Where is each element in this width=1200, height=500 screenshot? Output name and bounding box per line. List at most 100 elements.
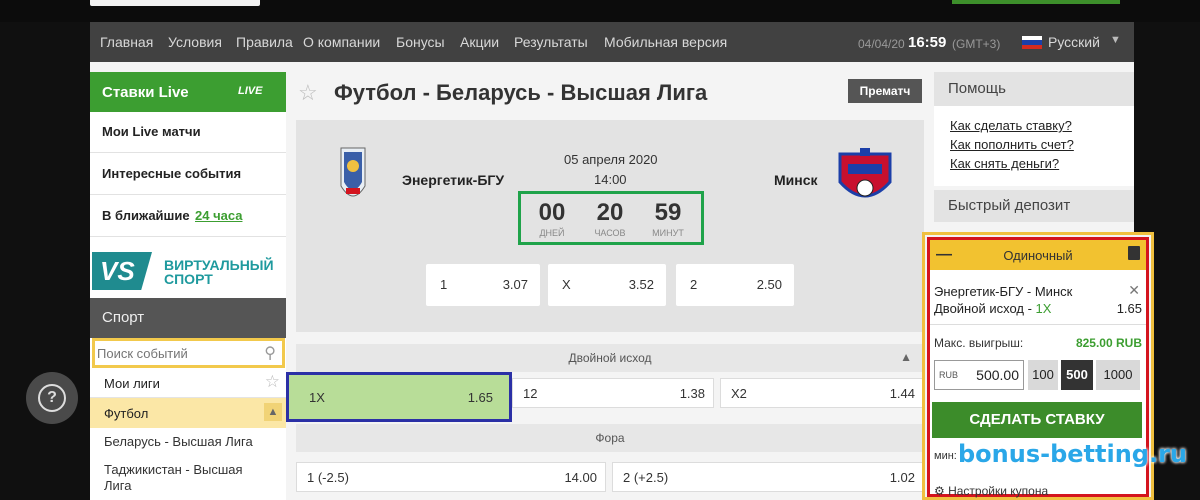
sidebar-item-upcoming[interactable]: В ближайшие 24 часа [90, 196, 286, 237]
sidebar-item-my-leagues[interactable]: Мои лиги ☆ [90, 368, 286, 398]
market-row-double-chance: 1X 1.65 12 1.38 X2 1.44 [286, 372, 924, 422]
league-label: Таджикистан - Высшая Лига [104, 462, 243, 493]
search-input[interactable] [97, 344, 257, 362]
outcome-x2-button[interactable]: X2 1.44 [720, 378, 924, 408]
trash-icon[interactable] [1128, 246, 1140, 260]
outcome-12-button[interactable]: 12 1.38 [512, 378, 714, 408]
page-title: Футбол - Беларусь - Высшая Лига [334, 80, 708, 105]
live-logo-icon: LIVE [238, 85, 263, 97]
left-sidebar: Ставки Live LIVE Мои Live матчи Интересн… [90, 72, 286, 500]
league-label: Беларусь - Высшая Лига [104, 434, 253, 449]
quick-deposit-header[interactable]: Быстрый депозит [934, 190, 1134, 222]
chevron-up-icon[interactable]: ▲ [264, 403, 282, 421]
caret-down-icon[interactable]: ▼ [1110, 34, 1121, 46]
sport-title: Спорт [102, 309, 145, 326]
quick-deposit-title: Быстрый депозит [948, 197, 1071, 214]
bet-slip-title[interactable]: Одиночный [930, 248, 1146, 263]
outcome-handicap-home-button[interactable]: 1 (-2.5) 14.00 [296, 462, 606, 492]
upcoming-24h-link[interactable]: 24 часа [195, 208, 242, 223]
away-team-name: Минск [774, 172, 818, 188]
close-icon[interactable]: ✕ [1128, 282, 1140, 299]
bet-type-label: Двойной исход - [934, 301, 1036, 316]
nav-item-mobile[interactable]: Мобильная версия [604, 34, 727, 50]
outcome-handicap-away-button[interactable]: 2 (+2.5) 1.02 [612, 462, 924, 492]
search-icon[interactable]: ⚲ [264, 343, 276, 363]
countdown-minutes: 59 МИНУТ [643, 199, 693, 239]
sidebar-item-interesting[interactable]: Интересные события [90, 154, 286, 195]
odds-draw-button[interactable]: X 3.52 [548, 264, 666, 306]
odds-home-button[interactable]: 1 3.07 [426, 264, 540, 306]
main-nav: Главная Условия Правила О компании Бонус… [90, 22, 1134, 62]
top-green-button[interactable] [952, 0, 1120, 4]
virtual-sport-line2: СПОРТ [164, 271, 213, 287]
live-bets-title: Ставки Live [102, 84, 189, 101]
outcome-label: 12 [523, 386, 538, 401]
market-title: Фора [595, 431, 625, 445]
prematch-button[interactable]: Прематч [848, 79, 922, 103]
place-bet-button[interactable]: СДЕЛАТЬ СТАВКУ [932, 402, 1142, 438]
market-title: Двойной исход [568, 351, 652, 365]
site-logo[interactable] [90, 0, 260, 6]
outcome-value: 1.44 [889, 386, 915, 401]
stake-input[interactable]: RUB 500.00 [934, 360, 1024, 390]
bet-slip-header: — Одиночный [930, 240, 1146, 270]
outcome-label: 1X [309, 390, 325, 405]
sidebar-item-label: Интересные события [102, 166, 242, 181]
match-header: Энергетик-БГУ 05 апреля 2020 14:00 Минск… [296, 120, 924, 332]
star-icon[interactable]: ☆ [265, 372, 280, 392]
sidebar-item-football[interactable]: Футбол ▲ [90, 398, 286, 428]
sidebar-item-label: Мои Live матчи [102, 124, 201, 139]
help-link-how-to-bet[interactable]: Как сделать ставку? [950, 118, 1072, 133]
gear-icon: ⚙ [934, 484, 949, 498]
market-header-double-chance[interactable]: Двойной исход ▲ [296, 344, 924, 372]
outcome-value: 1.38 [679, 386, 705, 401]
help-link-deposit[interactable]: Как пополнить счет? [950, 137, 1074, 152]
russia-flag-icon [1022, 36, 1042, 49]
quick-stake-1000[interactable]: 1000 [1096, 360, 1140, 390]
question-icon: ? [38, 384, 66, 412]
quick-stake-100[interactable]: 100 [1028, 360, 1058, 390]
stake-value: 500.00 [976, 367, 1019, 383]
divider [930, 324, 1146, 325]
league-item-belarus[interactable]: Беларусь - Высшая Лига [90, 428, 286, 456]
countdown-days: 00 ДНЕЙ [527, 199, 577, 239]
event-search[interactable]: ⚲ [92, 338, 285, 368]
max-win-label: Макс. выигрыш: [934, 336, 1024, 350]
countdown-hours-label: ЧАСОВ [594, 228, 626, 238]
market-header-handicap[interactable]: Фора [296, 424, 924, 452]
nav-item-promos[interactable]: Акции [460, 34, 499, 50]
outcome-label: X2 [731, 386, 747, 401]
league-item-tajikistan[interactable]: Таджикистан - Высшая Лига [90, 456, 286, 500]
bet-pick: 1X [1035, 301, 1052, 316]
virtual-sport-banner[interactable]: VS ВИРТУАЛЬНЫЙ СПОРТ [90, 242, 286, 298]
odds-value: 2.50 [756, 277, 782, 292]
chevron-up-icon[interactable]: ▲ [900, 350, 912, 364]
nav-item-results[interactable]: Результаты [514, 34, 588, 50]
outcome-1x-button[interactable]: 1X 1.65 [286, 372, 512, 422]
sport-header: Спорт [90, 298, 286, 338]
help-chat-button[interactable]: ? [26, 372, 78, 424]
quick-stake-500[interactable]: 500 [1061, 360, 1093, 390]
outcome-label: 1 (-2.5) [307, 470, 349, 485]
nav-item-home[interactable]: Главная [100, 34, 153, 50]
nav-item-bonuses[interactable]: Бонусы [396, 34, 445, 50]
nav-item-conditions[interactable]: Условия [168, 34, 222, 50]
market-row-handicap: 1 (-2.5) 14.00 2 (+2.5) 1.02 [296, 462, 924, 494]
odds-value: 3.52 [628, 277, 654, 292]
odds-away-button[interactable]: 2 2.50 [676, 264, 794, 306]
football-label: Футбол [104, 406, 149, 421]
help-links: Как сделать ставку? Как пополнить счет? … [934, 106, 1134, 186]
sidebar-item-my-live[interactable]: Мои Live матчи [90, 112, 286, 153]
countdown-minutes-value: 59 [654, 199, 682, 226]
favorite-star-icon[interactable]: ☆ [298, 80, 318, 106]
match-countdown: 00 ДНЕЙ 20 ЧАСОВ 59 МИНУТ [518, 191, 704, 245]
help-link-withdraw[interactable]: Как снять деньги? [950, 156, 1059, 171]
coupon-settings[interactable]: ⚙ Настройки купона [934, 484, 1048, 498]
nav-item-rules[interactable]: Правила [236, 34, 293, 50]
nav-item-about[interactable]: О компании [303, 34, 380, 50]
outcome-value: 14.00 [564, 470, 597, 485]
live-bets-header[interactable]: Ставки Live LIVE [90, 72, 286, 112]
language-selector[interactable]: Русский [1048, 34, 1100, 50]
vs-logo-icon: VS [92, 252, 152, 290]
countdown-days-value: 00 [538, 199, 566, 226]
